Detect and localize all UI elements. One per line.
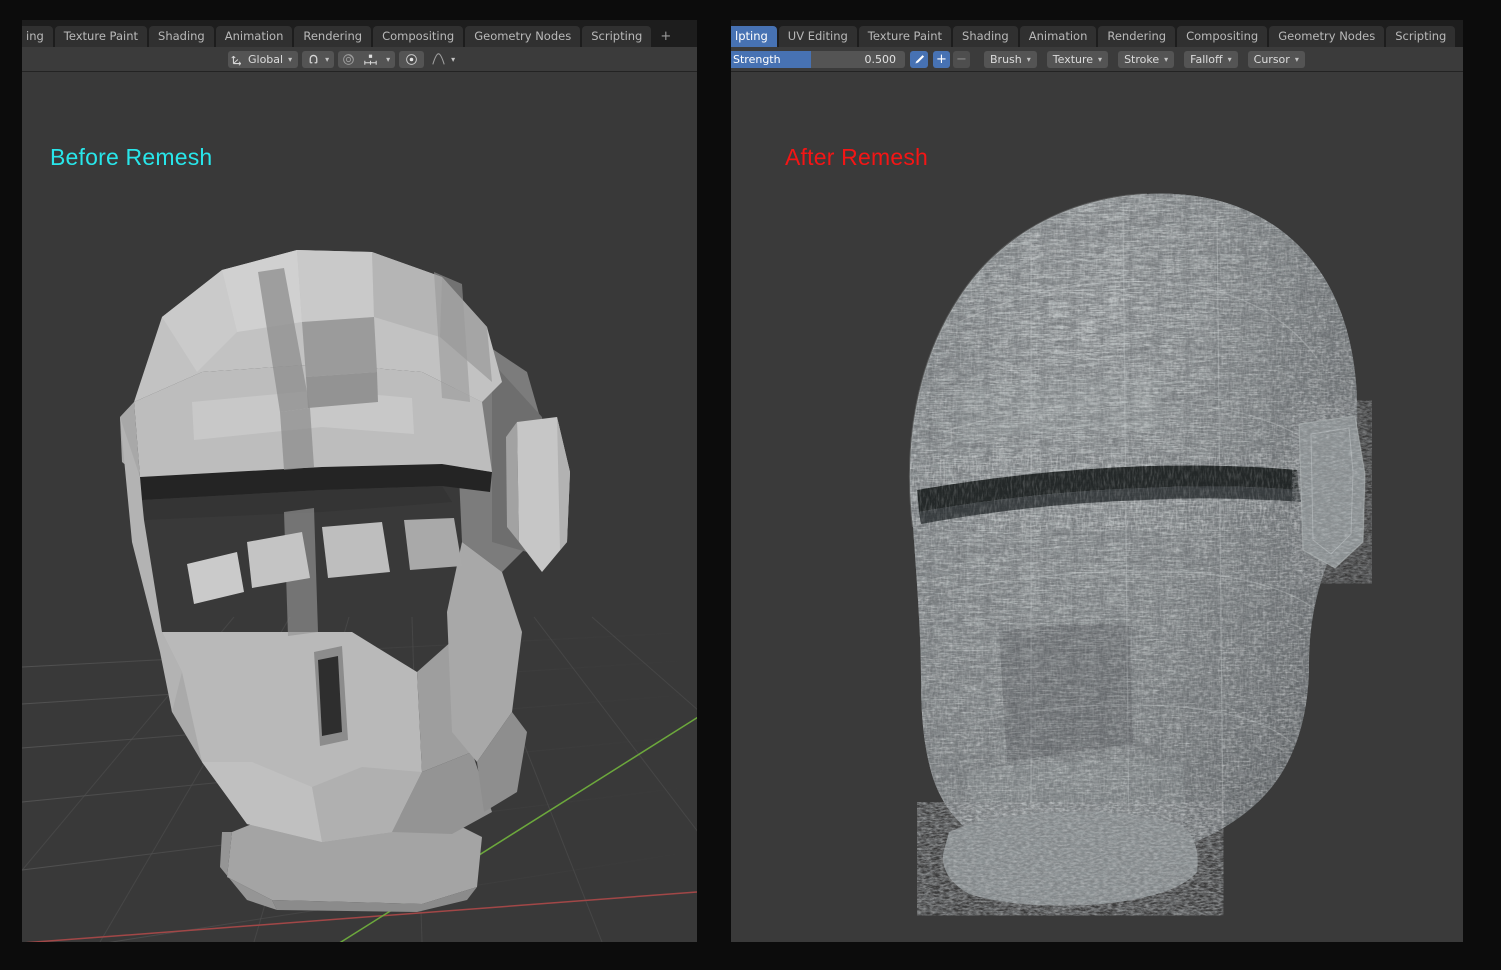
helmet-mesh-remeshed[interactable] xyxy=(731,72,1463,942)
left-3d-viewport[interactable]: Before Remesh xyxy=(22,72,697,942)
tab-compositing[interactable]: Compositing xyxy=(373,26,464,47)
tab-uv-editing[interactable]: UV Editing xyxy=(778,26,857,47)
right-header-bar: Strength 0.500 + − Brush ▾ Texture ▾ Str… xyxy=(731,47,1463,72)
strength-value: 0.500 xyxy=(864,52,897,66)
pivot-point-icon xyxy=(406,53,418,65)
chevron-down-icon: ▾ xyxy=(1098,54,1103,64)
proportional-editing-icon[interactable] xyxy=(338,51,359,68)
snap-magnet-toggle[interactable]: ▾ xyxy=(302,50,335,68)
stroke-menu-label: Stroke xyxy=(1124,52,1160,66)
brush-pressure-toggle[interactable] xyxy=(910,50,928,68)
right-workspace-tabs: lpting UV Editing Texture Paint Shading … xyxy=(731,20,1463,47)
before-remesh-label: Before Remesh xyxy=(50,144,213,170)
transform-orientation-label: Global xyxy=(248,52,284,66)
tab-sculpting-active[interactable]: lpting xyxy=(731,26,777,47)
brush-direction-group: + − xyxy=(933,50,970,68)
falloff-smooth-icon[interactable] xyxy=(359,51,382,68)
transform-orientation-dropdown[interactable]: Global ▾ xyxy=(228,50,299,68)
tab-sculpting-clipped[interactable]: ing xyxy=(22,26,53,47)
tab-geometry-nodes[interactable]: Geometry Nodes xyxy=(465,26,581,47)
left-workspace-tabs: ing Texture Paint Shading Animation Rend… xyxy=(22,20,680,47)
chevron-down-icon: ▾ xyxy=(1227,54,1232,64)
tab-texture-paint[interactable]: Texture Paint xyxy=(858,26,952,47)
texture-menu-label: Texture xyxy=(1052,52,1094,66)
right-topbar: lpting UV Editing Texture Paint Shading … xyxy=(731,20,1463,47)
falloff-menu-label: Falloff xyxy=(1190,52,1223,66)
after-remesh-label: After Remesh xyxy=(785,144,929,170)
add-workspace-tab-button[interactable]: + xyxy=(1457,26,1463,47)
falloff-curve-button[interactable]: ▾ xyxy=(428,51,458,68)
tab-shading[interactable]: Shading xyxy=(953,26,1018,47)
chevron-down-icon: ▾ xyxy=(451,54,456,64)
tab-scripting[interactable]: Scripting xyxy=(582,26,652,47)
curve-profile-icon xyxy=(431,52,446,66)
chevron-down-icon: ▾ xyxy=(1164,54,1169,64)
screenshot-root: ing Texture Paint Shading Animation Rend… xyxy=(0,0,1501,970)
texture-menu[interactable]: Texture ▾ xyxy=(1046,50,1109,68)
helmet-mesh-lowpoly[interactable] xyxy=(22,72,697,942)
cursor-menu-label: Cursor xyxy=(1253,52,1290,66)
add-workspace-tab-button[interactable]: + xyxy=(653,26,678,47)
right-3d-viewport[interactable]: After Remesh xyxy=(731,72,1463,942)
chevron-down-icon: ▾ xyxy=(325,54,330,64)
tab-animation[interactable]: Animation xyxy=(215,26,293,47)
tab-shading[interactable]: Shading xyxy=(149,26,214,47)
tab-scripting[interactable]: Scripting xyxy=(1386,26,1456,47)
tab-animation[interactable]: Animation xyxy=(1019,26,1097,47)
orientation-gizmo-icon xyxy=(231,53,244,66)
chevron-down-icon: ▾ xyxy=(288,54,293,64)
sculpt-tool-settings: Strength 0.500 + − Brush ▾ Texture ▾ Str… xyxy=(731,50,1305,68)
strength-label: Strength xyxy=(733,52,781,66)
strength-slider[interactable]: Strength 0.500 xyxy=(731,50,905,68)
proportional-editing-group: ▾ xyxy=(338,50,396,68)
tab-compositing[interactable]: Compositing xyxy=(1177,26,1268,47)
tab-geometry-nodes[interactable]: Geometry Nodes xyxy=(1269,26,1385,47)
left-topbar: ing Texture Paint Shading Animation Rend… xyxy=(22,20,697,47)
left-header-bar: Global ▾ ▾ ▾ ▾ xyxy=(22,47,697,72)
cursor-menu[interactable]: Cursor ▾ xyxy=(1247,50,1305,68)
tab-rendering[interactable]: Rendering xyxy=(1098,26,1176,47)
chevron-down-icon: ▾ xyxy=(1026,54,1031,64)
brush-menu-label: Brush xyxy=(990,52,1022,66)
chevron-down-icon[interactable]: ▾ xyxy=(382,51,395,68)
pivot-point-button[interactable] xyxy=(399,50,425,68)
brush-subtract-button[interactable]: − xyxy=(953,50,970,68)
magnet-icon xyxy=(307,53,320,66)
brush-menu[interactable]: Brush ▾ xyxy=(984,50,1037,68)
falloff-menu[interactable]: Falloff ▾ xyxy=(1184,50,1238,68)
tab-texture-paint[interactable]: Texture Paint xyxy=(54,26,148,47)
stroke-menu[interactable]: Stroke ▾ xyxy=(1118,50,1175,68)
brush-pressure-icon xyxy=(914,54,924,64)
after-remesh-editor: lpting UV Editing Texture Paint Shading … xyxy=(731,20,1463,942)
brush-add-button[interactable]: + xyxy=(933,50,950,68)
tab-rendering[interactable]: Rendering xyxy=(294,26,372,47)
before-remesh-editor: ing Texture Paint Shading Animation Rend… xyxy=(22,20,697,942)
left-header-tools: Global ▾ ▾ ▾ ▾ xyxy=(228,50,458,68)
chevron-down-icon: ▾ xyxy=(1294,54,1299,64)
